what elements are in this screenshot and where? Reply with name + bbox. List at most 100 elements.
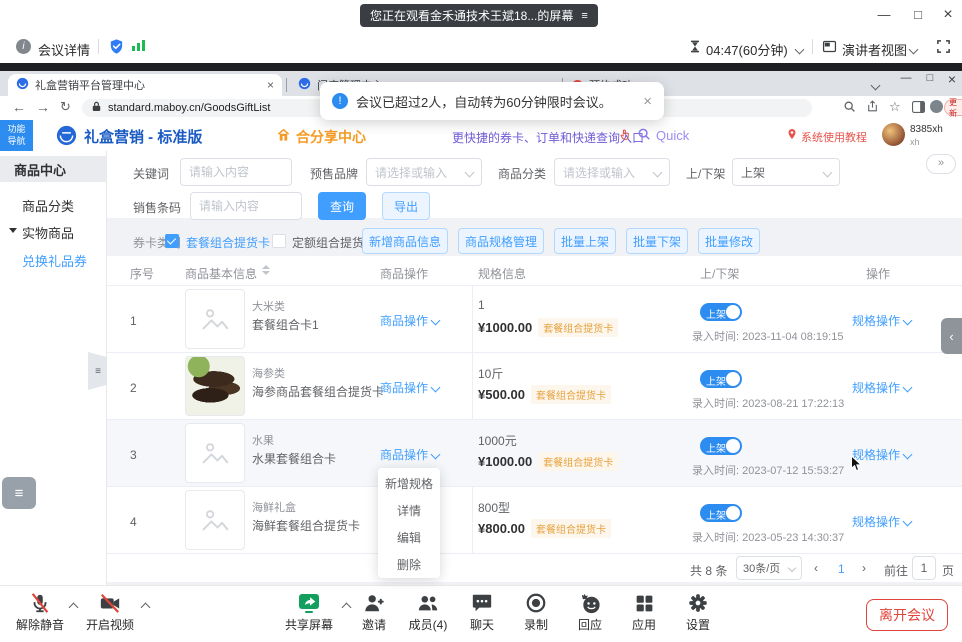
- tab-title: 礼盒营销平台管理中心: [35, 77, 261, 93]
- shelf-select[interactable]: 上架: [732, 158, 840, 186]
- back-icon[interactable]: ←: [12, 99, 26, 115]
- side-panel-icon[interactable]: [912, 101, 925, 116]
- chat-button[interactable]: 聊天: [452, 590, 512, 633]
- batch-on-shelf-button[interactable]: 批量上架: [554, 228, 616, 254]
- spec-op-link[interactable]: 规格操作: [852, 379, 911, 396]
- export-button[interactable]: 导出: [382, 192, 430, 220]
- drawer-handle[interactable]: ‹: [941, 318, 962, 354]
- share-center-link[interactable]: 合分享中心: [296, 127, 366, 147]
- spec-value: 1: [478, 298, 485, 312]
- window-maximize-button[interactable]: □: [906, 4, 930, 26]
- fullscreen-icon[interactable]: [936, 39, 951, 57]
- shelf-toggle[interactable]: 上架: [700, 437, 742, 455]
- browser-close-button[interactable]: ×: [942, 71, 962, 87]
- goto-page-input[interactable]: [912, 556, 936, 580]
- category-select[interactable]: 请选择或输入: [554, 158, 670, 186]
- share-screen-button[interactable]: 共享屏幕: [279, 590, 339, 633]
- view-dropdown-icon[interactable]: [910, 42, 917, 56]
- quick-search-icon[interactable]: [637, 127, 651, 144]
- product-op-link[interactable]: 商品操作: [380, 312, 439, 329]
- window-close-button[interactable]: ×: [936, 4, 960, 26]
- menu-item-add-spec[interactable]: 新增规格: [378, 470, 440, 497]
- menu-item-details[interactable]: 详情: [378, 497, 440, 524]
- page-size-select[interactable]: 30条/页: [736, 556, 802, 580]
- apps-button[interactable]: 应用: [614, 590, 674, 633]
- quick-label[interactable]: Quick: [656, 128, 689, 143]
- browser-minimize-button[interactable]: —: [896, 72, 916, 84]
- current-page[interactable]: 1: [838, 562, 845, 576]
- tab-close-icon[interactable]: ×: [267, 78, 274, 92]
- sort-icon[interactable]: [262, 265, 270, 275]
- barcode-input[interactable]: [190, 192, 302, 220]
- timer-dropdown-icon[interactable]: [796, 42, 803, 56]
- zoom-page-icon[interactable]: [843, 100, 856, 116]
- tab-search-icon[interactable]: [872, 78, 879, 92]
- sidebar-collapse-tab[interactable]: ≡: [88, 352, 108, 390]
- view-mode-label[interactable]: 演讲者视图: [842, 40, 907, 59]
- banner-menu-icon[interactable]: ≡: [581, 10, 587, 22]
- spec-value: 1000元: [478, 432, 517, 449]
- reload-icon[interactable]: ↻: [60, 99, 71, 115]
- forward-icon[interactable]: →: [36, 99, 50, 115]
- card-type-checkbox-unchecked[interactable]: [272, 234, 286, 248]
- floating-list-button[interactable]: ≡: [2, 477, 36, 509]
- shelf-toggle[interactable]: 上架: [700, 504, 742, 522]
- col-product-op: 商品操作: [380, 265, 428, 282]
- product-op-dropdown: 新增规格 详情 编辑 删除: [378, 468, 440, 578]
- window-minimize-button[interactable]: —: [872, 4, 896, 26]
- video-options-chevron[interactable]: [142, 600, 149, 614]
- settings-button[interactable]: 设置: [668, 590, 728, 633]
- next-page-button[interactable]: ›: [862, 561, 866, 575]
- table-row: 4 海鲜礼盒 海鲜套餐组合提货卡 800型 ¥800.00 套餐组合提货卡 上架…: [107, 487, 962, 554]
- search-button[interactable]: 查询: [318, 192, 366, 220]
- toast-close-icon[interactable]: ×: [643, 93, 652, 110]
- keyword-input[interactable]: [180, 158, 292, 186]
- mic-options-chevron[interactable]: [70, 600, 77, 614]
- start-video-button[interactable]: 开启视频: [80, 590, 140, 633]
- leave-meeting-button[interactable]: 离开会议: [866, 599, 948, 631]
- collapse-filters-button[interactable]: »: [926, 154, 956, 174]
- invite-button[interactable]: 邀请: [344, 590, 404, 633]
- toast-info-icon: !: [332, 93, 348, 109]
- function-nav-tab[interactable]: 功能 导航: [0, 120, 33, 151]
- meeting-details-label[interactable]: 会议详情: [38, 40, 90, 59]
- tutorial-link[interactable]: 系统使用教程: [801, 129, 867, 145]
- prev-page-button[interactable]: ‹: [814, 561, 818, 575]
- update-chrome-pill[interactable]: 更新 ⋮: [944, 99, 962, 116]
- shelf-toggle[interactable]: 上架: [700, 370, 742, 388]
- profile-avatar-icon[interactable]: [930, 100, 943, 113]
- members-label: 成员(4): [398, 616, 458, 633]
- brand-select[interactable]: 请选择或输入: [366, 158, 482, 186]
- sidebar-item-goods-category[interactable]: 商品分类: [22, 196, 74, 215]
- sidebar-item-physical-goods[interactable]: 实物商品: [22, 223, 74, 242]
- network-signal-icon[interactable]: [132, 40, 145, 51]
- card-type-option1-label[interactable]: 套餐组合提货卡: [186, 234, 270, 251]
- shelf-toggle[interactable]: 上架: [700, 303, 742, 321]
- menu-item-delete[interactable]: 删除: [378, 551, 440, 578]
- brand-title[interactable]: 礼盒营销 - 标准版: [84, 126, 202, 147]
- browser-maximize-button[interactable]: □: [920, 72, 940, 84]
- security-shield-icon[interactable]: [108, 38, 125, 58]
- browser-tab-active[interactable]: 礼盒营销平台管理中心 ×: [8, 74, 282, 96]
- card-type-checkbox-checked[interactable]: [165, 234, 179, 248]
- batch-edit-button[interactable]: 批量修改: [698, 228, 760, 254]
- reaction-button[interactable]: 回应: [560, 590, 620, 633]
- unmute-button[interactable]: 解除静音: [10, 590, 70, 633]
- user-avatar[interactable]: [882, 123, 905, 146]
- product-category: 水果: [252, 432, 274, 448]
- sidebar-item-gift-voucher[interactable]: 兑换礼品券: [22, 251, 87, 270]
- share-page-icon[interactable]: [866, 100, 879, 116]
- members-button[interactable]: 成员(4): [398, 590, 458, 633]
- menu-item-edit[interactable]: 编辑: [378, 524, 440, 551]
- spec-manage-button[interactable]: 商品规格管理: [458, 228, 544, 254]
- add-product-button[interactable]: 新增商品信息: [362, 228, 448, 254]
- bookmark-star-icon[interactable]: ☆: [889, 99, 901, 115]
- record-button[interactable]: 录制: [506, 590, 566, 633]
- expand-caret-icon[interactable]: [9, 228, 17, 233]
- spec-op-link[interactable]: 规格操作: [852, 513, 911, 530]
- info-icon[interactable]: i: [16, 39, 31, 54]
- spec-op-link[interactable]: 规格操作: [852, 312, 911, 329]
- batch-off-shelf-button[interactable]: 批量下架: [626, 228, 688, 254]
- product-op-link[interactable]: 商品操作: [380, 379, 439, 396]
- product-op-link[interactable]: 商品操作: [380, 446, 439, 463]
